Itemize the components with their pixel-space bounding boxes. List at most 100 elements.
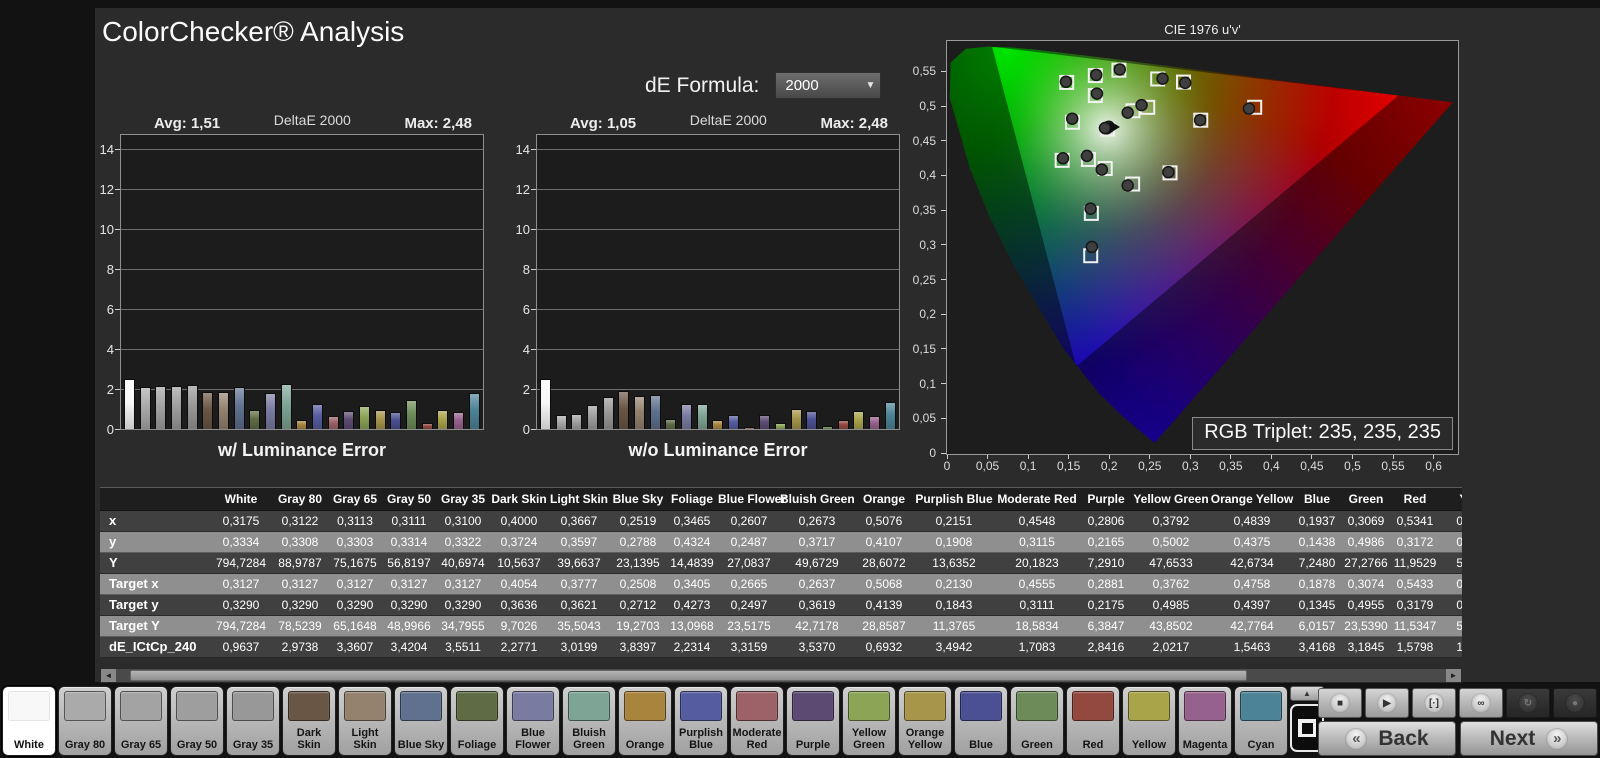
- measured-point-foliage: [1091, 88, 1102, 99]
- patch-swatch: [64, 691, 106, 721]
- next-button[interactable]: Next »: [1460, 721, 1598, 756]
- de-bar-magenta: [869, 416, 880, 429]
- de-formula-select[interactable]: 2000 ▼: [775, 72, 881, 99]
- patch-label: Red: [1067, 721, 1119, 755]
- table-cell: 0,4139: [854, 595, 914, 615]
- play-button[interactable]: ▶: [1365, 688, 1409, 718]
- patch-tile-purple[interactable]: Purple: [786, 686, 840, 756]
- measured-point-dark-skin: [1136, 100, 1147, 111]
- patch-tile-blue-flower[interactable]: Blue Flower: [506, 686, 560, 756]
- patch-tile-white[interactable]: White: [2, 686, 56, 756]
- pattern-window-icon: [1298, 719, 1316, 737]
- cie-x-tick-mark: [1230, 455, 1231, 459]
- scrollbar-thumb[interactable]: [130, 670, 1247, 681]
- table-cell: 47,6533: [1132, 553, 1210, 573]
- table-cell: 794,7284: [210, 553, 272, 573]
- loop-continuous-icon: ∞: [1471, 693, 1491, 713]
- patch-label: Light Skin: [339, 721, 391, 755]
- patch-tile-dark-skin[interactable]: Dark Skin: [282, 686, 336, 756]
- patch-tile-purplish-blue[interactable]: Purplish Blue: [674, 686, 728, 756]
- record-button[interactable]: ●: [1553, 688, 1597, 718]
- patch-tile-gray-65[interactable]: Gray 65: [114, 686, 168, 756]
- table-cell: 0,2788: [610, 532, 666, 552]
- patch-tile-gray-35[interactable]: Gray 35: [226, 686, 280, 756]
- de-bar-bluish-green: [697, 404, 708, 429]
- y-axis-tick-mark: [115, 229, 120, 230]
- cie-diagram: RGB Triplet: 235, 235, 235: [946, 40, 1459, 455]
- patch-tile-orange-yellow[interactable]: Orange Yellow: [898, 686, 952, 756]
- table-cell: 65,1648: [328, 616, 382, 636]
- patch-tile-gray-80[interactable]: Gray 80: [58, 686, 112, 756]
- table-cell: 0,4839: [1210, 511, 1294, 531]
- column-header: Green: [1340, 488, 1392, 510]
- chart-caption: w/ Luminance Error: [120, 440, 484, 461]
- table-horizontal-scrollbar[interactable]: ◄ ►: [100, 668, 1462, 683]
- cie-y-tick-label: 0,25: [913, 273, 936, 287]
- table-cell: 0,3667: [548, 511, 610, 531]
- table-cell: 3,4168: [1294, 637, 1340, 657]
- y-axis-tick-label: 0: [80, 422, 114, 437]
- stop-button[interactable]: ■: [1318, 688, 1362, 718]
- patch-tile-moderate-red[interactable]: Moderate Red: [730, 686, 784, 756]
- y-axis-tick-label: 0: [496, 422, 530, 437]
- patch-tile-blue[interactable]: Blue: [954, 686, 1008, 756]
- table-cell: 6,3847: [1080, 616, 1132, 636]
- table-cell: 0,4986: [1340, 532, 1392, 552]
- table-cell: 42,7178: [780, 616, 854, 636]
- table-cell: 28,6072: [854, 553, 914, 573]
- table-cell: 0,3322: [436, 532, 490, 552]
- measured-point-cyan: [1057, 153, 1068, 164]
- table-cell: 0,47: [1438, 595, 1462, 615]
- patch-tile-light-skin[interactable]: Light Skin: [338, 686, 392, 756]
- table-cell: 0,2519: [610, 511, 666, 531]
- measurement-table: WhiteGray 80Gray 65Gray 50Gray 35Dark Sk…: [100, 487, 1462, 658]
- scroll-right-arrow-icon[interactable]: ►: [1446, 669, 1461, 682]
- cie-x-tick-label: 0,3: [1168, 459, 1212, 473]
- patch-tile-yellow-green[interactable]: Yellow Green: [842, 686, 896, 756]
- patch-tile-gray-50[interactable]: Gray 50: [170, 686, 224, 756]
- patch-tile-bluish-green[interactable]: Bluish Green: [562, 686, 616, 756]
- max-label: Max: 2,48: [404, 115, 472, 132]
- column-header: Bluish Green: [780, 488, 854, 510]
- frame-step-button[interactable]: [·]: [1412, 688, 1456, 718]
- cie-y-tick-label: 0,3: [919, 238, 936, 252]
- patch-tile-red[interactable]: Red: [1066, 686, 1120, 756]
- table-cell: 43,8502: [1132, 616, 1210, 636]
- patch-tile-magenta[interactable]: Magenta: [1178, 686, 1232, 756]
- patch-tile-cyan[interactable]: Cyan: [1234, 686, 1288, 756]
- measured-point-blue-sky: [1081, 150, 1092, 161]
- patch-tile-green[interactable]: Green: [1010, 686, 1064, 756]
- chart-header: Avg: 1,05 DeltaE 2000 Max: 2,48: [536, 110, 900, 134]
- loop-continuous-button[interactable]: ∞: [1459, 688, 1503, 718]
- table-cell: 59,4: [1438, 616, 1462, 636]
- table-cell: 0,4758: [1210, 574, 1294, 594]
- patch-tile-blue-sky[interactable]: Blue Sky: [394, 686, 448, 756]
- patch-tile-orange[interactable]: Orange: [618, 686, 672, 756]
- de-bar-purple: [759, 415, 770, 429]
- patch-swatch: [736, 691, 778, 721]
- back-button[interactable]: « Back: [1318, 721, 1456, 756]
- refresh-button[interactable]: ↻: [1506, 688, 1550, 718]
- chevron-down-icon: ▼: [865, 80, 875, 91]
- table-cell: 40,6974: [436, 553, 490, 573]
- table-cell: 0,4000: [490, 511, 548, 531]
- column-header: Light Skin: [548, 488, 610, 510]
- patch-tile-yellow[interactable]: Yellow: [1122, 686, 1176, 756]
- navigation-buttons: « Back Next »: [1318, 721, 1598, 756]
- de-bar-gray-50: [171, 386, 182, 429]
- table-cell: 1,7083: [994, 637, 1080, 657]
- chart-de-without-luminance: Avg: 1,05 DeltaE 2000 Max: 2,48 02468101…: [536, 110, 900, 461]
- table-cell: 0,3122: [272, 511, 328, 531]
- scroll-left-arrow-icon[interactable]: ◄: [101, 669, 116, 682]
- cie-y-tick-label: 0,55: [913, 64, 936, 78]
- de-bar-gray-35: [603, 397, 614, 429]
- table-cell: 1,08: [1438, 637, 1462, 657]
- patch-label: Blue: [955, 721, 1007, 755]
- cie-x-tick-label: 0,5: [1331, 459, 1375, 473]
- de-bar-gray-65: [571, 414, 582, 429]
- y-axis-tick-label: 4: [80, 342, 114, 357]
- table-cell: 0,3115: [994, 532, 1080, 552]
- patch-tile-foliage[interactable]: Foliage: [450, 686, 504, 756]
- scrollbar-track[interactable]: [116, 669, 1446, 682]
- cie-y-tick-mark: [941, 175, 946, 176]
